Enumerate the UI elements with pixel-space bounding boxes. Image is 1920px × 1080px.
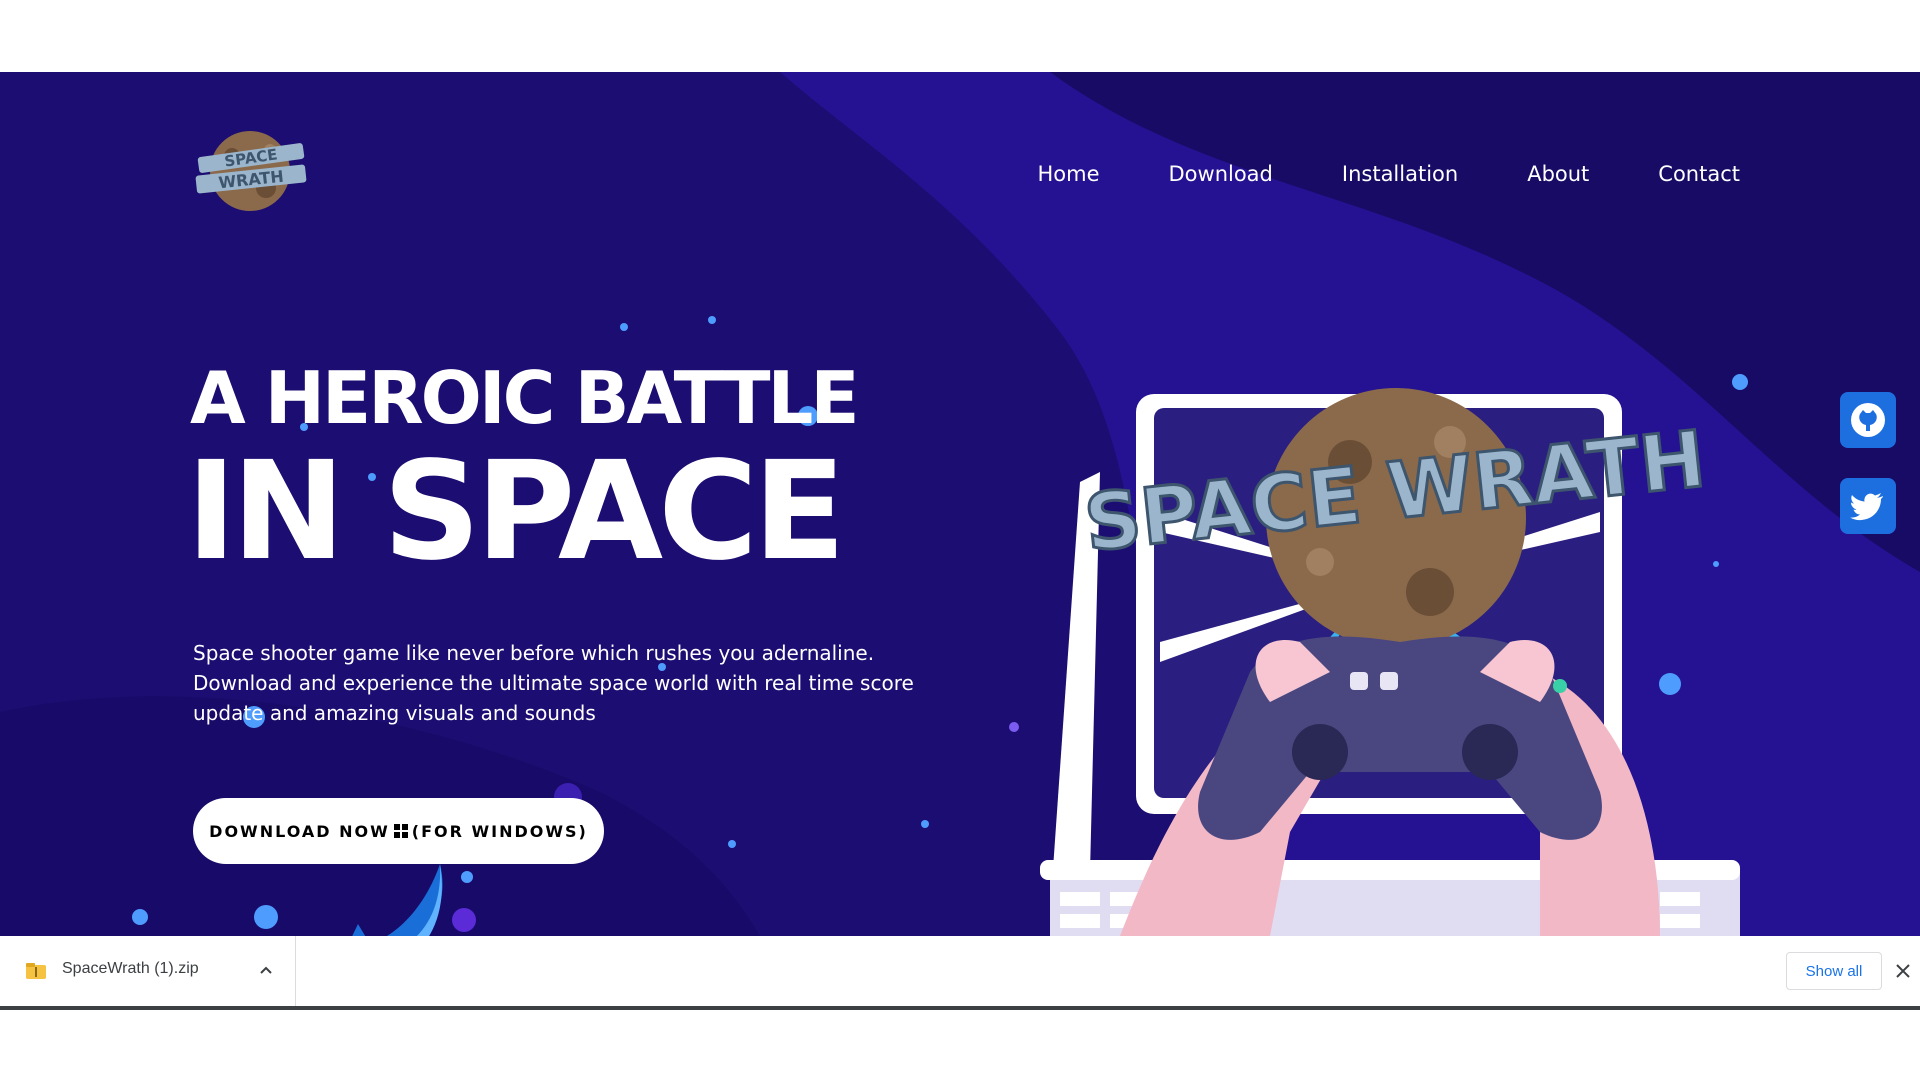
twitter-icon (1850, 493, 1883, 521)
chevron-up-icon[interactable] (258, 962, 274, 978)
zip-file-icon (26, 963, 46, 979)
hero-section: SPACE WRATH Home Download Installation A… (0, 72, 1920, 936)
nav-download[interactable]: Download (1169, 162, 1273, 186)
nav-contact[interactable]: Contact (1658, 162, 1740, 186)
space-wrath-logo[interactable]: SPACE WRATH (192, 124, 310, 214)
nav-home[interactable]: Home (1037, 162, 1099, 186)
close-download-bar-button[interactable] (1892, 960, 1914, 982)
hero-description-line: update and amazing visuals and sounds (193, 701, 596, 725)
gamer-illustration: SPACE WRATH (1040, 388, 1740, 936)
nav-about[interactable]: About (1527, 162, 1589, 186)
windows-icon (393, 824, 408, 838)
hero-description: Space shooter game like never before whi… (193, 638, 953, 728)
hero-title-line-1: A HEROIC BATTLE (190, 356, 860, 440)
hero-title-line-2: IN SPACE (186, 433, 846, 591)
top-whitespace (0, 0, 1920, 72)
download-now-button[interactable]: DOWNLOAD NOW (FOR WINDOWS) (193, 798, 604, 864)
bottom-whitespace (0, 1010, 1920, 1080)
hero-description-line: Download and experience the ultimate spa… (193, 671, 914, 695)
hero-description-line: Space shooter game like never before whi… (193, 641, 875, 665)
main-nav: Home Download Installation About Contact (1000, 156, 1740, 192)
github-icon (1851, 403, 1885, 437)
download-item[interactable]: SpaceWrath (1).zip (0, 936, 296, 1006)
show-all-button[interactable]: Show all (1786, 952, 1882, 990)
download-button-platform: (FOR WINDOWS) (411, 821, 588, 841)
download-button-label: DOWNLOAD NOW (209, 821, 390, 841)
browser-download-bar: SpaceWrath (1).zip Show all (0, 936, 1920, 1010)
nav-installation[interactable]: Installation (1342, 162, 1458, 186)
github-button[interactable] (1840, 392, 1896, 448)
download-filename[interactable]: SpaceWrath (1).zip (62, 960, 199, 978)
close-icon (1896, 964, 1910, 978)
twitter-button[interactable] (1840, 478, 1896, 534)
